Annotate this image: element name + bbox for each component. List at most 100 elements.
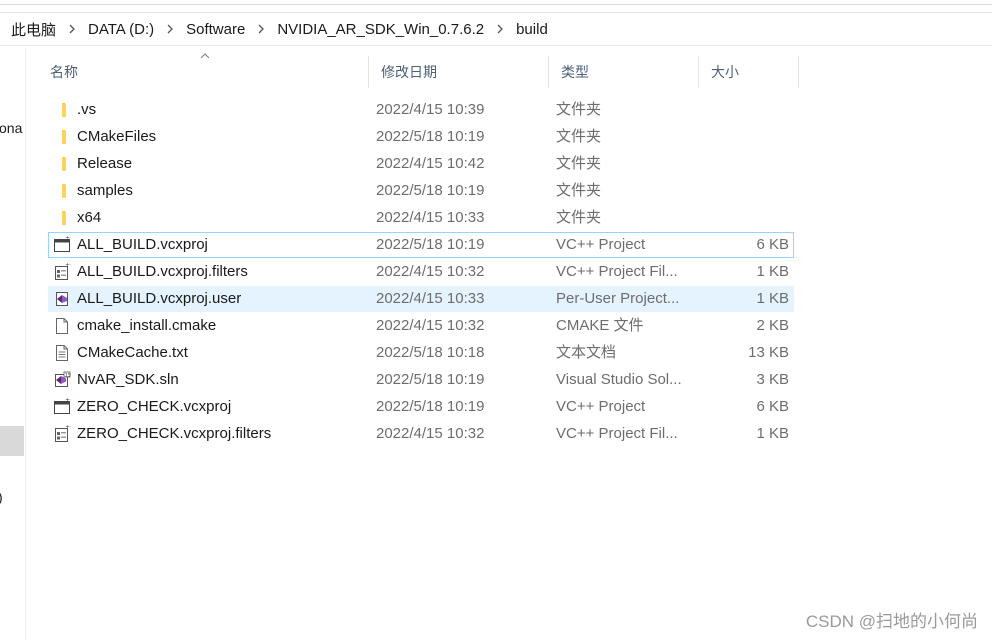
file-name: x64 [77, 209, 102, 226]
file-size: 6 KB [756, 398, 789, 415]
file-date: 2022/4/15 10:39 [376, 101, 485, 118]
breadcrumb-sdk-folder[interactable]: NVIDIA_AR_SDK_Win_0.7.6.2 [273, 13, 488, 45]
vs-solution-icon: 15 [53, 371, 71, 389]
folder-icon [53, 209, 71, 227]
file-row[interactable]: 15 NvAR_SDK.sln 2022/5/18 10:19 Visual Stud… [48, 367, 794, 393]
file-size [699, 125, 789, 149]
chevron-right-icon[interactable] [158, 13, 182, 45]
file-date: 2022/5/18 10:19 [376, 371, 485, 388]
file-name: ALL_BUILD.vcxproj.user [77, 290, 242, 307]
file-name: Release [77, 155, 133, 172]
file-date: 2022/4/15 10:32 [376, 317, 485, 334]
file-row[interactable]: ALL_BUILD.vcxproj.user 2022/4/15 10:33 Per… [48, 286, 794, 312]
breadcrumb-build[interactable]: build [512, 13, 552, 45]
file-type: VC++ Project [556, 236, 646, 253]
file-name: samples [77, 182, 133, 199]
chevron-right-icon[interactable] [488, 13, 512, 45]
file-row[interactable]: ++ ZERO_CHECK.vcxproj 2022/5/18 10:19 VC++ … [48, 394, 794, 420]
folder-icon [53, 128, 71, 146]
file-size [699, 179, 789, 203]
column-header-type[interactable]: 类型 [549, 56, 699, 88]
file-type: VC++ Project [556, 398, 646, 415]
file-row[interactable]: x64 2022/4/15 10:33 文件夹 [48, 205, 794, 231]
file-name: CMakeFiles [77, 128, 157, 145]
file-row[interactable]: ++ ZERO_CHECK.vcxproj.filters 2022/4/15 10… [48, 421, 794, 447]
file-type: 文件夹 [556, 182, 602, 199]
file-row[interactable]: ++ ALL_BUILD.vcxproj 2022/5/18 10:19 VC++ P… [48, 232, 794, 258]
file-type: 文件夹 [556, 155, 602, 172]
file-row[interactable]: ++ ALL_BUILD.vcxproj.filters 2022/4/15 10:… [48, 259, 794, 285]
file-name: CMakeCache.txt [77, 344, 188, 361]
svg-text:++: ++ [65, 398, 71, 404]
file-date: 2022/4/15 10:42 [376, 155, 485, 172]
file-date: 2022/5/18 10:19 [376, 182, 485, 199]
file-size: 13 KB [748, 344, 789, 361]
nav-item-label-partial[interactable]: ona [0, 120, 22, 136]
file-type: VC++ Project Fil... [556, 425, 678, 442]
file-size: 1 KB [756, 263, 789, 280]
file-row[interactable]: CMakeFiles 2022/5/18 10:19 文件夹 [48, 124, 794, 150]
file-size: 6 KB [756, 236, 789, 253]
file-type: VC++ Project Fil... [556, 263, 678, 280]
folder-icon [53, 101, 71, 119]
text-file-icon [53, 344, 71, 362]
watermark: CSDN @扫地的小何尚 [805, 612, 978, 631]
file-name: cmake_install.cmake [77, 317, 217, 334]
chevron-right-icon[interactable] [249, 13, 273, 45]
column-header-date[interactable]: 修改日期 [369, 56, 549, 88]
file-size: 3 KB [756, 371, 789, 388]
file-date: 2022/5/18 10:19 [376, 398, 485, 415]
breadcrumb-this-pc[interactable]: 此电脑 [7, 13, 60, 45]
file-date: 2022/5/18 10:19 [376, 128, 485, 145]
file-name: ALL_BUILD.vcxproj.filters [77, 263, 248, 280]
folder-icon [53, 182, 71, 200]
svg-text:++: ++ [65, 263, 71, 269]
file-row[interactable]: Release 2022/4/15 10:42 文件夹 [48, 151, 794, 177]
column-header-row: 名称 修改日期 类型 大小 [38, 53, 799, 88]
column-header-size[interactable]: 大小 [699, 56, 799, 88]
file-type: Per-User Project... [556, 290, 680, 307]
svg-text:++: ++ [65, 425, 71, 431]
nav-item-selected[interactable] [0, 426, 24, 456]
svg-text:15: 15 [65, 373, 71, 379]
file-name: ZERO_CHECK.vcxproj.filters [77, 425, 272, 442]
file-type: 文件夹 [556, 128, 602, 145]
window-top-border [0, 4, 992, 5]
vs-user-icon [53, 290, 71, 308]
vcxproj-filters-icon: ++ [53, 263, 71, 281]
file-date: 2022/4/15 10:32 [376, 425, 485, 442]
file-row[interactable]: cmake_install.cmake 2022/4/15 10:32 CMAKE … [48, 313, 794, 339]
file-name: ALL_BUILD.vcxproj [77, 236, 208, 253]
file-type: 文件夹 [556, 209, 602, 226]
file-type: 文件夹 [556, 101, 602, 118]
navigation-pane[interactable]: ona ) [0, 48, 26, 640]
file-date: 2022/4/15 10:32 [376, 263, 485, 280]
file-date: 2022/5/18 10:18 [376, 344, 485, 361]
file-name: ZERO_CHECK.vcxproj [77, 398, 232, 415]
file-type: CMAKE 文件 [556, 317, 644, 334]
chevron-right-icon[interactable] [60, 13, 84, 45]
address-bar[interactable]: 此电脑 DATA (D:) Software NVIDIA_AR_SDK_Win… [0, 12, 992, 46]
nav-item-partial-text: ) [0, 489, 3, 505]
vcxproj-icon: ++ [53, 236, 71, 254]
vcxproj-icon: ++ [53, 398, 71, 416]
breadcrumb-software[interactable]: Software [182, 13, 249, 45]
file-row[interactable]: samples 2022/5/18 10:19 文件夹 [48, 178, 794, 204]
file-type: 文本文档 [556, 344, 617, 361]
file-size: 1 KB [756, 290, 789, 307]
blank-file-icon [53, 317, 71, 335]
file-date: 2022/4/15 10:33 [376, 209, 485, 226]
breadcrumb-drive[interactable]: DATA (D:) [84, 13, 158, 45]
file-name: .vs [77, 101, 97, 118]
file-row[interactable]: .vs 2022/4/15 10:39 文件夹 [48, 97, 794, 123]
file-size [699, 152, 789, 176]
file-size [699, 98, 789, 122]
folder-icon [53, 155, 71, 173]
svg-text:++: ++ [65, 236, 71, 242]
file-size [699, 206, 789, 230]
file-row[interactable]: CMakeCache.txt 2022/5/18 10:18 文本文档 13 KB [48, 340, 794, 366]
file-date: 2022/5/18 10:19 [376, 236, 485, 253]
column-header-name[interactable]: 名称 [38, 56, 369, 88]
file-name: NvAR_SDK.sln [77, 371, 179, 388]
file-size: 2 KB [756, 317, 789, 334]
